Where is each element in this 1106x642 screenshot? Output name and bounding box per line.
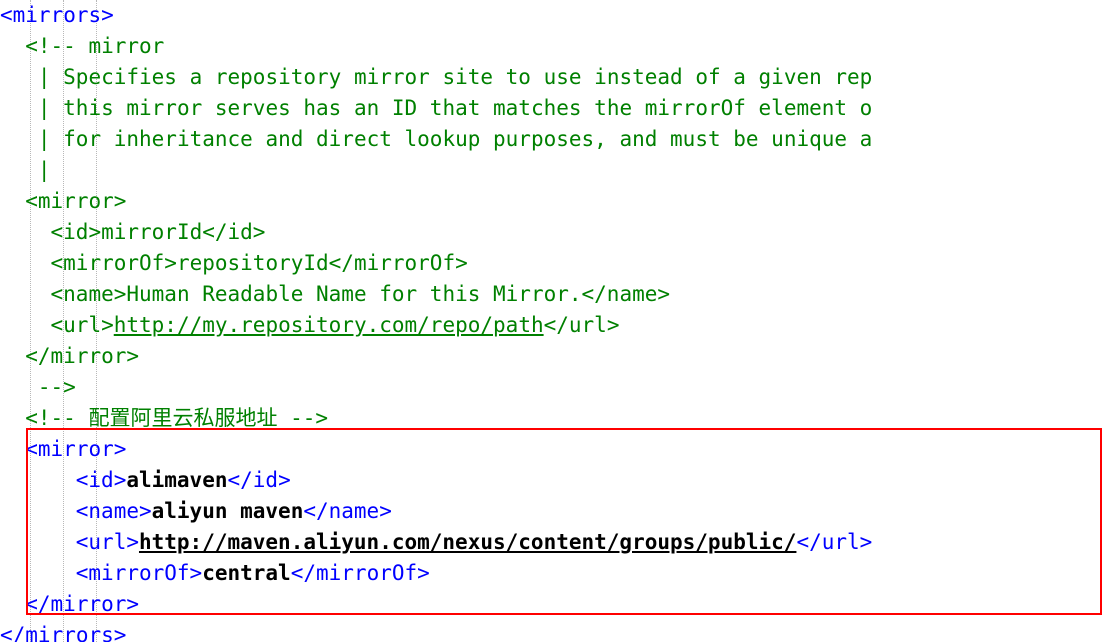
code-token-tag-blue: <url> (75, 530, 139, 554)
code-token-tag-green: </mirror> (25, 344, 140, 368)
code-token-tag-blue: </mirrors> (0, 623, 127, 642)
code-token-url-bold: http://maven.aliyun.com/nexus/content/gr… (138, 530, 797, 554)
code-token-comment: | this mirror serves has an ID that matc… (37, 96, 873, 120)
code-line[interactable]: <mirrors> (0, 0, 872, 31)
code-token-tag-blue: <mirrors> (0, 3, 114, 27)
code-line[interactable]: <name>Human Readable Name for this Mirro… (0, 279, 872, 310)
code-line[interactable]: <!-- mirror (0, 31, 872, 62)
code-line[interactable]: <url>http://my.repository.com/repo/path<… (0, 310, 872, 341)
code-token-comment: <!-- 配置阿里云私服地址 --> (25, 406, 329, 430)
code-token-comment: <!-- mirror (25, 34, 165, 58)
code-lines-layer: <mirrors> <!-- mirror | Specifies a reposi… (0, 0, 872, 642)
code-line[interactable]: </mirror> (0, 589, 872, 620)
code-line[interactable]: <name>aliyun maven</name> (0, 496, 872, 527)
code-token-comment: | Specifies a repository mirror site to … (37, 65, 873, 89)
code-token-tag-blue: <name> (75, 499, 152, 523)
code-line[interactable]: --> (0, 372, 872, 403)
code-line[interactable]: <mirror> (0, 186, 872, 217)
code-token-tag-blue: </id> (227, 468, 291, 492)
code-line[interactable]: <url>http://maven.aliyun.com/nexus/conte… (0, 527, 873, 558)
code-token-tag-blue: </mirrorOf> (290, 561, 430, 585)
code-token-tag-blue: <mirrorOf> (75, 561, 203, 585)
code-token-tag-blue: </name> (303, 499, 392, 523)
code-token-tag-green: <url> (50, 313, 114, 337)
code-token-tag-green: </url> (543, 313, 620, 337)
code-token-comment: | for inheritance and direct lookup purp… (37, 127, 873, 151)
code-token-tag-blue: </url> (796, 530, 873, 554)
code-line[interactable]: <mirror> (0, 434, 872, 465)
code-line[interactable]: </mirrors> (0, 620, 872, 642)
code-token-tag-blue: <mirror> (25, 437, 127, 461)
code-token-tag-blue: </mirror> (25, 592, 140, 616)
code-token-tag-green: <mirror> (25, 189, 127, 213)
code-editor-view[interactable]: <mirrors> <!-- mirror | Specifies a reposi… (0, 0, 1106, 642)
code-line[interactable]: <mirrorOf>repositoryId</mirrorOf> (0, 248, 872, 279)
code-token-comment: --> (37, 375, 76, 399)
code-token-value-bold: central (202, 561, 291, 585)
code-token-tag-green: <id>mirrorId</id> (50, 220, 266, 244)
code-token-tag-green: <mirrorOf>repositoryId</mirrorOf> (50, 251, 468, 275)
code-line[interactable]: | Specifies a repository mirror site to … (0, 62, 872, 93)
code-line[interactable]: <mirrorOf>central</mirrorOf> (0, 558, 872, 589)
code-line[interactable]: | (0, 155, 872, 186)
code-token-tag-green: <name>Human Readable Name for this Mirro… (50, 282, 671, 306)
code-line[interactable]: <id>mirrorId</id> (0, 217, 872, 248)
code-token-value-bold: alimaven (126, 468, 228, 492)
code-token-url-plain: http://my.repository.com/repo/path (113, 313, 544, 337)
code-token-value-bold: aliyun maven (151, 499, 304, 523)
code-line[interactable]: <id>alimaven</id> (0, 465, 872, 496)
code-line[interactable]: </mirror> (0, 341, 872, 372)
code-line[interactable]: <!-- 配置阿里云私服地址 --> (0, 403, 872, 434)
code-line[interactable]: | for inheritance and direct lookup purp… (0, 124, 872, 155)
code-line[interactable]: | this mirror serves has an ID that matc… (0, 93, 872, 124)
code-token-comment: | (37, 158, 51, 182)
code-token-tag-blue: <id> (75, 468, 127, 492)
